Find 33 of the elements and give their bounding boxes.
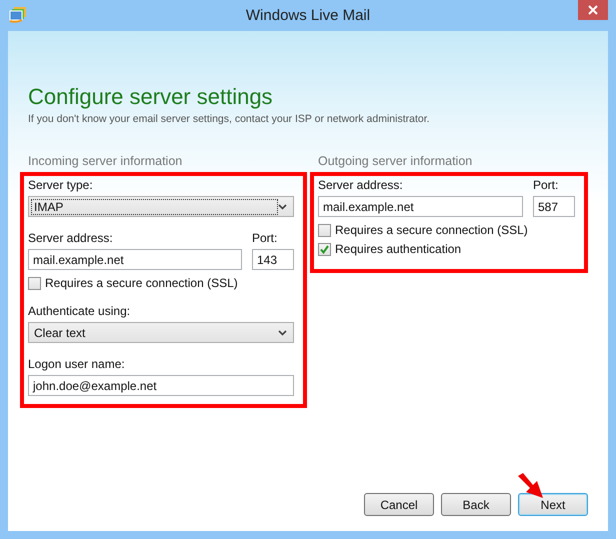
page-heading: Configure server settings	[28, 84, 274, 110]
field-label: Server address:	[28, 231, 114, 245]
input-field[interactable]: mail.example.net	[318, 196, 523, 217]
checkbox[interactable]	[318, 224, 331, 236]
field-label: Port:	[533, 178, 560, 192]
checkbox-label: Requires a secure connection (SSL)	[45, 276, 238, 290]
dialog-button[interactable]: Cancel	[364, 493, 434, 516]
dropdown[interactable]: IMAP	[28, 196, 294, 217]
port-field[interactable]: 143	[252, 249, 294, 270]
input-field[interactable]: john.doe@example.net	[28, 375, 294, 396]
close-icon	[588, 5, 598, 15]
field-label: Authenticate using:	[28, 304, 132, 318]
field-label: Server type:	[28, 178, 94, 192]
checkbox-label: Requires a secure connection (SSL)	[335, 223, 528, 237]
mail-app-icon	[9, 6, 27, 23]
chevron-icon	[278, 204, 287, 210]
field-label: Port:	[252, 231, 278, 245]
section-title: Outgoing server information	[318, 154, 474, 168]
close-button[interactable]	[578, 0, 608, 20]
dropdown[interactable]: Clear text	[28, 322, 294, 343]
port-field[interactable]: 587	[533, 196, 575, 217]
checkbox[interactable]	[318, 242, 331, 256]
chevron-icon	[278, 330, 287, 336]
input-field[interactable]: mail.example.net	[28, 249, 242, 270]
field-label: Logon user name:	[28, 357, 126, 371]
instructions-text: If you don't know your email server settings, contact your ISP or network administrator.	[28, 113, 431, 125]
dialog-button[interactable]: Back	[441, 493, 511, 516]
window-title: Windows Live Mail	[246, 7, 370, 24]
dialog-button[interactable]: Next	[518, 493, 588, 516]
section-title: Incoming server information	[28, 154, 184, 168]
field-label: Server address:	[318, 178, 404, 192]
checkbox[interactable]	[28, 276, 41, 290]
checkbox-label: Requires authentication	[335, 242, 462, 256]
